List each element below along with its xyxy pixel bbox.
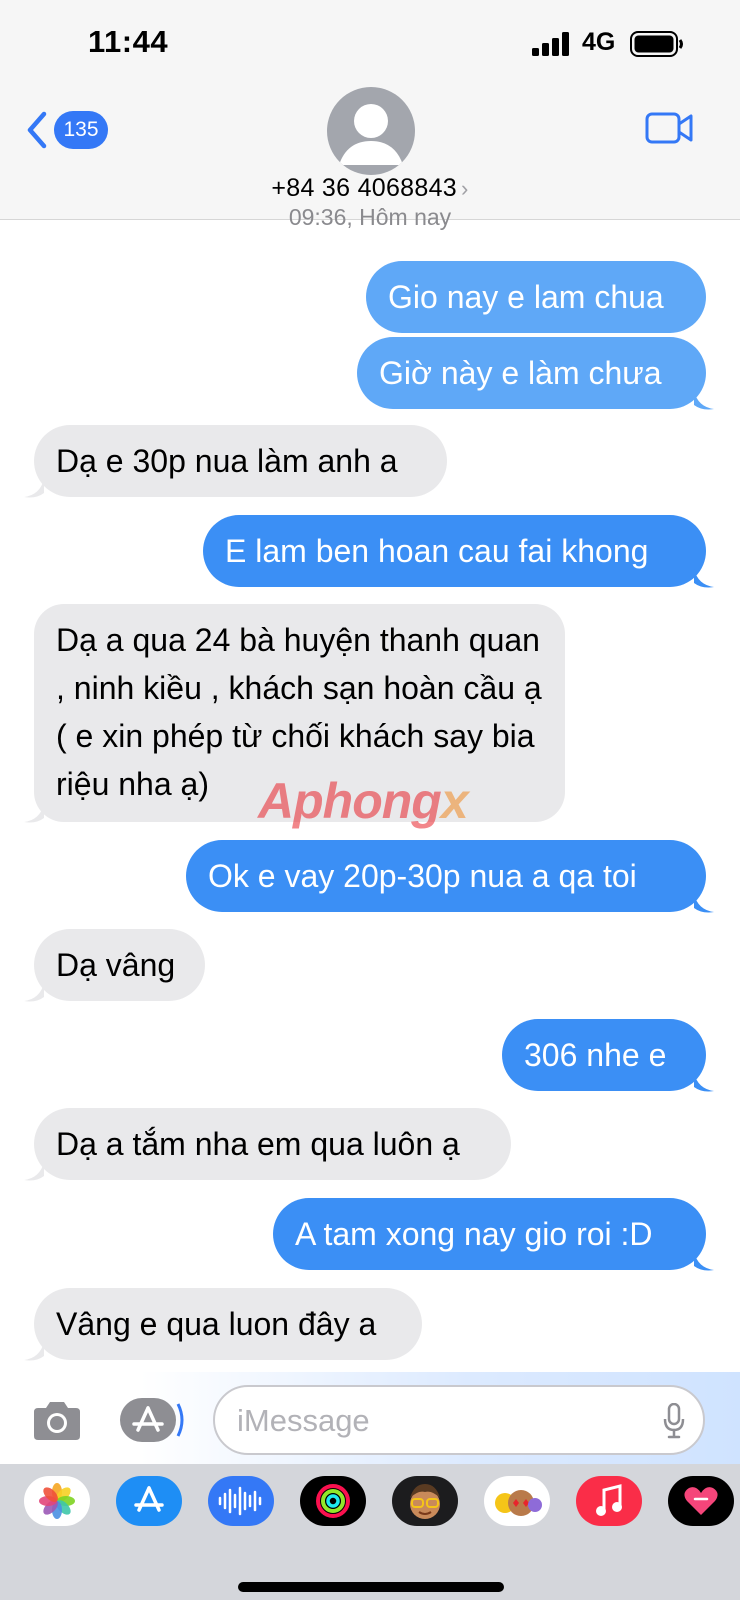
message-bubble-incoming[interactable]: Vâng e qua luon đây a: [34, 1288, 422, 1360]
bubble-tail: [24, 804, 44, 823]
watermark-accent: x: [440, 773, 469, 829]
status-bar: 11:44 4G: [0, 0, 740, 90]
app-store-icon[interactable]: [120, 1398, 184, 1442]
bubble-tail: [24, 1342, 44, 1361]
bubble-tail: [24, 983, 44, 1002]
bubble-tail: [694, 569, 714, 588]
person-icon: [339, 104, 403, 165]
message-bubble-incoming[interactable]: Dạ vâng: [34, 929, 205, 1001]
bubble-tail: [694, 1073, 714, 1092]
status-time: 11:44: [88, 24, 169, 59]
message-bubble-outgoing[interactable]: A tam xong nay gio roi :D: [273, 1198, 706, 1270]
facetime-video-icon[interactable]: [645, 110, 693, 146]
bubble-tail: [24, 1162, 44, 1181]
message-input-placeholder: iMessage: [237, 1403, 370, 1438]
contact-avatar[interactable]: [327, 87, 415, 175]
chevron-right-icon: ›: [461, 176, 469, 201]
conversation-header: 135 +84 36 4068843 ›: [0, 87, 740, 220]
photos-app-icon[interactable]: [24, 1476, 90, 1526]
watermark-logo: Aphongx: [258, 772, 469, 830]
microphone-icon[interactable]: [663, 1403, 685, 1439]
back-button[interactable]: 135: [26, 110, 108, 150]
activity-app-icon[interactable]: [300, 1476, 366, 1526]
music-app-icon[interactable]: [576, 1476, 642, 1526]
home-indicator[interactable]: [238, 1582, 504, 1592]
message-bubble-outgoing[interactable]: E lam ben hoan cau fai khong: [203, 515, 706, 587]
app-drawer: [0, 1464, 740, 1600]
bubble-tail: [694, 1252, 714, 1271]
camera-icon[interactable]: [30, 1400, 84, 1442]
digital-touch-app-icon[interactable]: [668, 1476, 734, 1526]
animoji-app-icon[interactable]: [484, 1476, 550, 1526]
battery-icon: [630, 31, 683, 57]
message-bubble-outgoing[interactable]: 306 nhe e: [502, 1019, 706, 1091]
message-bubble-outgoing[interactable]: Ok e vay 20p-30p nua a qa toi: [186, 840, 706, 912]
cellular-signal-icon: [532, 32, 569, 56]
message-bubble-outgoing[interactable]: Giờ này e làm chưa: [357, 337, 706, 409]
message-timestamp: 09:36, Hôm nay: [288, 204, 452, 230]
bubble-tail: [24, 479, 44, 498]
message-input[interactable]: iMessage: [213, 1385, 705, 1455]
bubble-tail: [694, 894, 714, 913]
bubble-tail: [694, 391, 714, 410]
message-bubble-incoming[interactable]: Dạ e 30p nua làm anh a: [34, 425, 447, 497]
audio-message-app-icon[interactable]: [208, 1476, 274, 1526]
watermark-main: Aphong: [258, 773, 442, 829]
message-bubble-outgoing[interactable]: Gio nay e lam chua: [366, 261, 706, 333]
network-type: 4G: [582, 28, 616, 56]
unread-badge: 135: [54, 111, 108, 149]
contact-name[interactable]: +84 36 4068843 ›: [0, 174, 740, 203]
message-bubble-incoming[interactable]: Dạ a tắm nha em qua luôn ạ: [34, 1108, 511, 1180]
chevron-left-icon: [27, 111, 47, 149]
app-store-app-icon[interactable]: [116, 1476, 182, 1526]
contact-number: +84 36 4068843: [271, 174, 457, 202]
memoji-app-icon[interactable]: [392, 1476, 458, 1526]
